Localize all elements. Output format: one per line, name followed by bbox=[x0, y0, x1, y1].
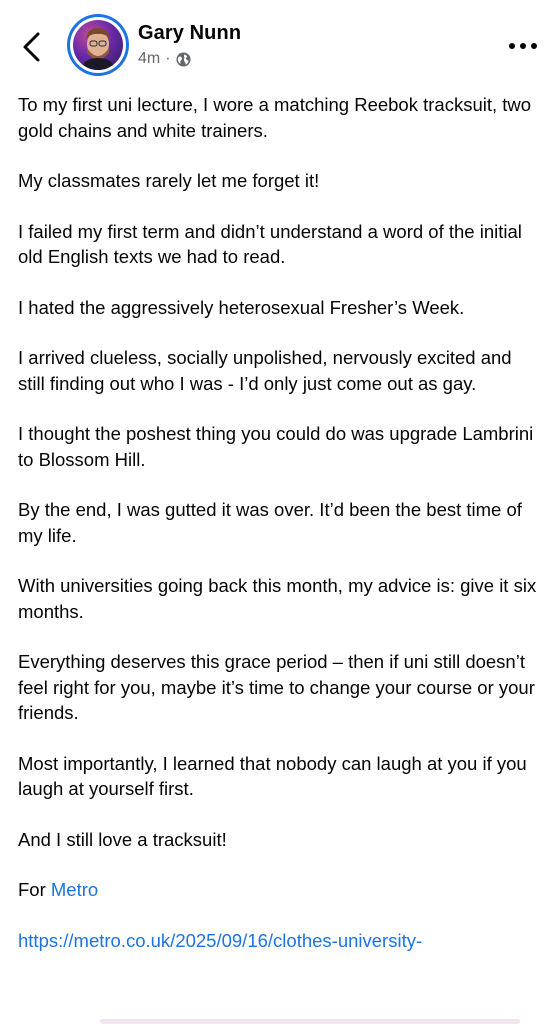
more-horizontal-icon bbox=[509, 43, 537, 49]
article-url-link[interactable]: https://metro.co.uk/2025/09/16/clothes-u… bbox=[18, 930, 422, 951]
post-header: Gary Nunn 4m · bbox=[0, 0, 556, 88]
metro-link[interactable]: Metro bbox=[51, 879, 98, 900]
globe-icon bbox=[176, 51, 191, 67]
timestamp[interactable]: 4m bbox=[138, 50, 160, 68]
chevron-left-icon bbox=[23, 32, 40, 62]
author-name[interactable]: Gary Nunn bbox=[138, 22, 241, 45]
post-paragraph: By the end, I was gutted it was over. It… bbox=[18, 499, 522, 546]
more-options-button[interactable] bbox=[506, 34, 540, 58]
back-button[interactable] bbox=[16, 28, 50, 66]
post-paragraph: I thought the poshest thing you could do… bbox=[18, 423, 534, 470]
meta-separator: · bbox=[165, 50, 171, 67]
avatar[interactable] bbox=[67, 14, 129, 76]
post-body: To my first uni lecture, I wore a matchi… bbox=[18, 92, 540, 978]
post-meta: 4m · bbox=[138, 50, 191, 68]
post-paragraph: Everything deserves this grace period – … bbox=[18, 651, 535, 723]
post-paragraph: I hated the aggressively heterosexual Fr… bbox=[18, 296, 465, 318]
post-paragraph: And I still love a tracksuit! bbox=[18, 828, 227, 850]
source-line: For Metro bbox=[18, 877, 540, 903]
post-paragraph: To my first uni lecture, I wore a matchi… bbox=[18, 94, 532, 141]
avatar-photo bbox=[73, 20, 123, 70]
source-prefix: For bbox=[18, 879, 51, 900]
post-paragraph: With universities going back this month,… bbox=[18, 575, 537, 622]
post-paragraph: My classmates rarely let me forget it! bbox=[18, 170, 320, 191]
post-paragraph: Most importantly, I learned that nobody … bbox=[18, 752, 527, 800]
post-paragraph: I arrived clueless, socially unpolished,… bbox=[18, 347, 512, 394]
bottom-indicator bbox=[100, 1019, 520, 1024]
article-url-line: https://metro.co.uk/2025/09/16/clothes-u… bbox=[18, 928, 540, 954]
post-paragraph: I failed my first term and didn’t unders… bbox=[18, 220, 522, 268]
